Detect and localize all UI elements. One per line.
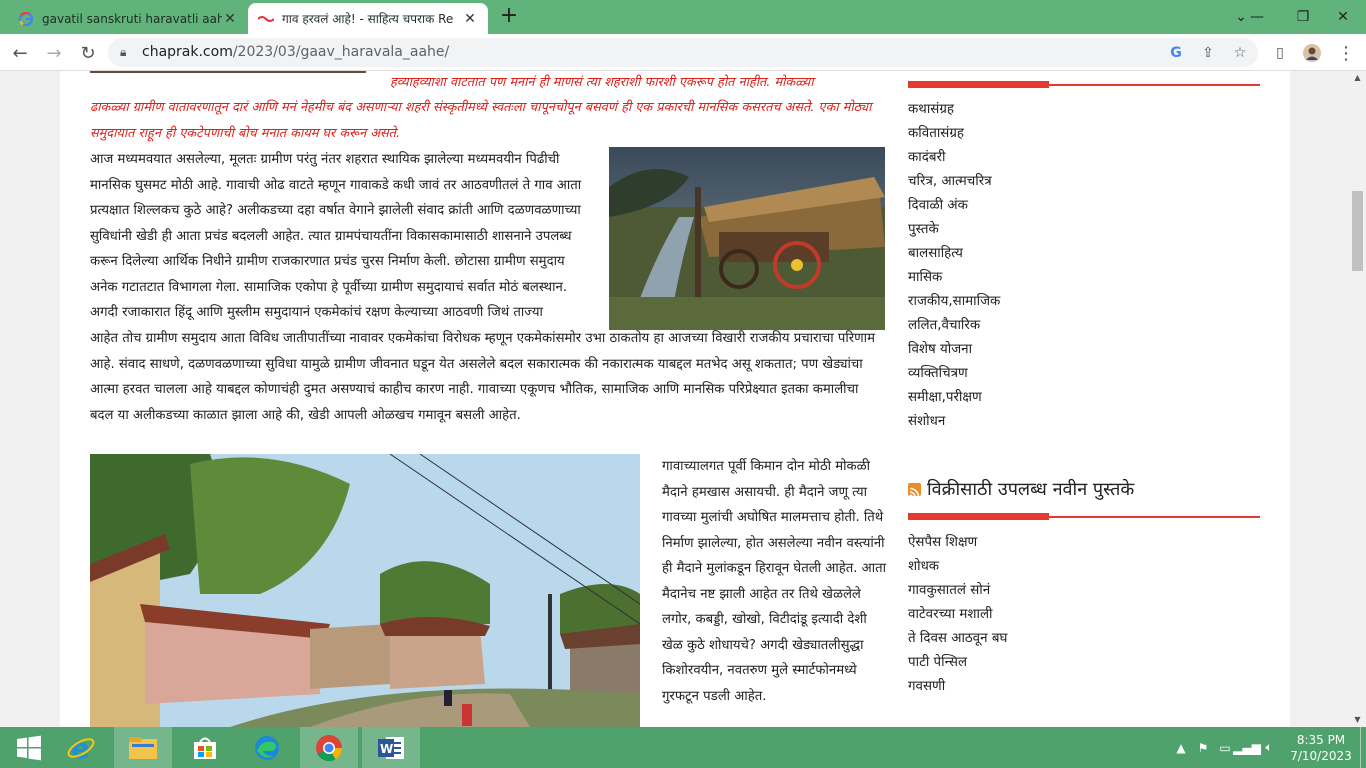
village-street-image	[90, 454, 640, 727]
sidebar-category-link[interactable]: विशेष योजना	[908, 338, 972, 362]
browser-window: gavatil sanskruti haravatli aahe in ✕ गा…	[0, 0, 1366, 768]
sidebar-book-link[interactable]: शोधक	[908, 555, 939, 579]
address-bar[interactable]: 🔒︎ chaprak.com/2023/03/gaav_haravala_aah…	[108, 38, 1258, 67]
sidebar-book-link[interactable]: वाटेवरच्या मशाली	[908, 603, 993, 627]
start-icon[interactable]	[0, 727, 58, 768]
sidebar-category-link[interactable]: कवितासंग्रह	[908, 122, 964, 146]
sidebar-category-link[interactable]: कादंबरी	[908, 146, 945, 170]
tab-google-search[interactable]: gavatil sanskruti haravatli aahe in ✕	[8, 3, 248, 34]
profile-avatar-icon[interactable]	[1300, 41, 1324, 65]
bookmark-star-icon[interactable]: ☆	[1230, 43, 1250, 63]
section-divider	[908, 81, 1260, 88]
file-explorer-icon[interactable]	[114, 727, 172, 768]
sidebar-category-link[interactable]: व्यक्तिचित्रण	[908, 362, 968, 386]
display-icon[interactable]: ▭	[1216, 739, 1234, 757]
sidebar-book-link[interactable]: गवसणी	[908, 675, 945, 699]
svg-text:W: W	[380, 742, 393, 756]
previous-image-edge	[90, 71, 366, 73]
close-window-icon[interactable]: ✕	[1320, 0, 1366, 34]
scrollbar-thumb[interactable]	[1352, 191, 1363, 271]
scroll-down-icon[interactable]: ▼	[1349, 713, 1366, 727]
volume-icon[interactable]: 🔈︎	[1260, 739, 1278, 757]
taskbar-clock[interactable]: 8:35 PM 7/10/2023	[1282, 732, 1360, 764]
url-domain: chaprak.com	[142, 44, 233, 60]
sidebar-category-link[interactable]: राजकीय,सामाजिक	[908, 290, 1000, 314]
word-icon[interactable]: W	[362, 727, 420, 768]
article-paragraph: आहेत तोच ग्रामीण समुदाय आता विविध जातीपा…	[90, 331, 875, 423]
sidebar-category-link[interactable]: ललित,वैचारिक	[908, 314, 980, 338]
sidebar-category-link[interactable]: बालसाहित्य	[908, 242, 963, 266]
chaprak-icon	[258, 11, 274, 27]
new-tab-plus-icon[interactable]: +	[498, 5, 520, 28]
network-signal-icon[interactable]: ▂▄▆	[1233, 739, 1261, 757]
sidebar-category-link[interactable]: संशोधन	[908, 410, 945, 434]
system-tray: ▲ ⚑ ▭ ▂▄▆ 🔈︎ 8:35 PM 7/10/2023	[1172, 727, 1366, 768]
google-lens-icon[interactable]: G	[1166, 43, 1186, 63]
sidebar-category-link[interactable]: पुस्तके	[908, 218, 939, 242]
url-path: /2023/03/gaav_haravala_aahe/	[232, 44, 450, 60]
sidebar-book-link[interactable]: ऐसपैस शिक्षण	[908, 531, 977, 555]
show-desktop-button[interactable]	[1360, 727, 1366, 768]
section-divider	[908, 513, 1260, 520]
tab-title: गाव हरवलं आहे! - साहित्य चपराक Re	[282, 12, 454, 26]
web-page: हव्याहव्याशा वाटतात पण मनानं ही माणसं त्…	[0, 71, 1366, 727]
sidebar-category-link[interactable]: समीक्षा,परीक्षण	[908, 386, 982, 410]
article-paragraph: आज मध्यमवयात असलेल्या, मूलतः ग्रामीण परं…	[90, 152, 582, 320]
village-cart-image	[609, 147, 885, 330]
clock-date: 7/10/2023	[1290, 748, 1352, 763]
share-icon[interactable]: ⇪	[1198, 43, 1218, 63]
side-panel-icon[interactable]: ▯	[1268, 41, 1292, 65]
page-scrollbar[interactable]: ▲ ▼	[1349, 71, 1366, 727]
show-hidden-icons-chevron-icon[interactable]: ▲	[1172, 739, 1190, 757]
tab-chaprak-article[interactable]: गाव हरवलं आहे! - साहित्य चपराक Re ✕	[248, 3, 488, 34]
sidebar-book-link[interactable]: ते दिवस आठवून बघ	[908, 627, 1007, 651]
store-icon[interactable]	[176, 727, 234, 768]
new-books-heading: विक्रीसाठी उपलब्ध नवीन पुस्तके	[908, 477, 1134, 501]
forward-arrow-icon[interactable]: →	[42, 41, 66, 65]
quote-line: हव्याहव्याशा वाटतात पण मनानं ही माणसं त्…	[390, 75, 814, 90]
ie-icon[interactable]: e	[52, 727, 110, 768]
scroll-up-icon[interactable]: ▲	[1349, 71, 1366, 85]
edge-icon[interactable]	[238, 727, 296, 768]
sidebar-category-link[interactable]: कथासंग्रह	[908, 98, 954, 122]
minimize-icon[interactable]: —	[1234, 0, 1280, 34]
back-arrow-icon[interactable]: ←	[8, 41, 32, 65]
article-paragraph: गावाच्यालगत पूर्वी किमान दोन मोठी मोकळी …	[662, 459, 887, 704]
svg-text:e: e	[71, 733, 90, 763]
sidebar-category-link[interactable]: मासिक	[908, 266, 942, 290]
quote-paragraph: ढाकळ्या ग्रामीण वातावरणातून दारं आणि मनं…	[90, 100, 872, 141]
lock-icon: 🔒︎	[120, 45, 127, 59]
rss-icon	[908, 482, 921, 498]
reload-icon[interactable]: ↻	[76, 41, 100, 65]
sidebar-category-link[interactable]: चरित्र, आत्मचरित्र	[908, 170, 992, 194]
action-center-flag-icon[interactable]: ⚑	[1194, 739, 1212, 757]
new-books-title: विक्रीसाठी उपलब्ध नवीन पुस्तके	[927, 479, 1135, 500]
sidebar-book-link[interactable]: गावकुसातलं सोनं	[908, 579, 990, 603]
tab-strip: gavatil sanskruti haravatli aahe in ✕ गा…	[0, 0, 1366, 34]
tab-title: gavatil sanskruti haravatli aahe in	[42, 11, 222, 26]
google-icon	[18, 11, 34, 27]
sidebar-book-link[interactable]: पाटी पेन्सिल	[908, 651, 967, 675]
clock-time: 8:35 PM	[1296, 732, 1346, 747]
windows-taskbar: e W ▲ ⚑ ▭ ▂▄▆ 🔈︎ 8:35 PM 7/10/2023	[0, 727, 1366, 768]
menu-kebab-icon[interactable]: ⋮	[1334, 41, 1358, 65]
browser-toolbar: ← → ↻ 🔒︎ chaprak.com/2023/03/gaav_harava…	[0, 34, 1366, 71]
sidebar-category-link[interactable]: दिवाळी अंक	[908, 194, 968, 218]
page-content: हव्याहव्याशा वाटतात पण मनानं ही माणसं त्…	[60, 71, 1290, 727]
tab-close-icon[interactable]: ✕	[222, 11, 238, 27]
tab-close-icon[interactable]: ✕	[462, 11, 478, 27]
chrome-icon[interactable]	[300, 727, 358, 768]
url-text[interactable]: chaprak.com/2023/03/gaav_haravala_aahe/	[142, 44, 449, 60]
